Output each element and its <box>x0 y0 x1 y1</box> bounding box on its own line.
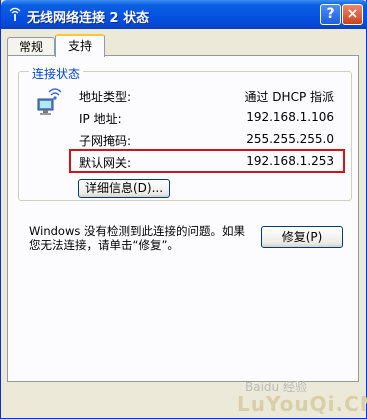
close-button[interactable]: × <box>342 4 363 25</box>
repair-button[interactable]: 修复(P) <box>261 226 343 248</box>
address-type-value: 通过 DHCP 指派 <box>244 90 334 104</box>
ip-address-value: 192.168.1.106 <box>246 110 334 124</box>
help-button[interactable]: ? <box>320 4 341 25</box>
title-bar[interactable]: 无线网络连接 2 状态 ? × <box>1 0 367 29</box>
ip-address-label: IP 地址: <box>79 112 122 126</box>
network-status-dialog: 无线网络连接 2 状态 ? × 常规 支持 连接状态 地址类型: 通过 DHCP… <box>0 0 367 419</box>
wireless-network-icon <box>7 6 23 22</box>
diagnostic-message: Windows 没有检测到此连接的问题。如果您无法连接，请单击“修复”。 <box>29 224 245 252</box>
address-type-label: 地址类型: <box>79 90 132 104</box>
tab-general[interactable]: 常规 <box>7 37 55 56</box>
details-button[interactable]: 详细信息(D)... <box>78 179 170 198</box>
tab-support[interactable]: 支持 <box>55 34 105 57</box>
gateway-highlight-box <box>69 149 345 173</box>
subnet-mask-label: 子网掩码: <box>79 134 132 148</box>
subnet-mask-value: 255.255.255.0 <box>246 132 334 146</box>
watermark-logo: LuYouQi.CN <box>237 392 367 416</box>
group-title: 连接状态 <box>29 65 84 82</box>
network-connection-icon <box>35 86 65 116</box>
window-title: 无线网络连接 2 状态 <box>27 11 150 26</box>
